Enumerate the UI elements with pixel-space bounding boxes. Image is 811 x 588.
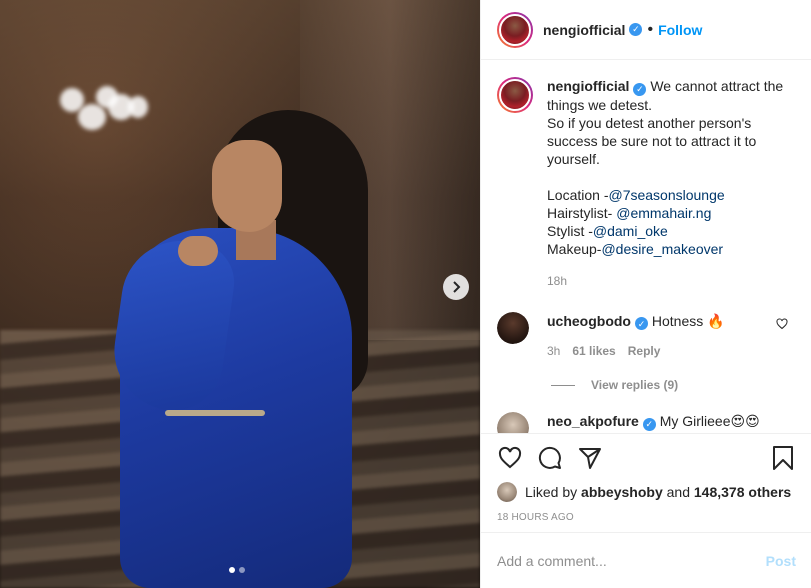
header-user-block: nengiofficial ✓ • Follow: [543, 21, 702, 39]
small-heart-icon[interactable]: [776, 317, 788, 330]
action-icons: [497, 444, 796, 472]
caption-first-line: nengiofficial ✓ We cannot attract the: [547, 77, 792, 96]
credit-line: Hairstylist- @emmahair.ng: [547, 204, 792, 222]
post-side-panel: nengiofficial ✓ • Follow nengiofficial ✓ …: [480, 0, 811, 588]
verified-badge-icon: ✓: [635, 317, 648, 330]
likes-count-link[interactable]: 148,378 others: [694, 484, 791, 500]
commenter-username[interactable]: ucheogbodo: [547, 313, 631, 329]
carousel-dot: [239, 567, 245, 573]
comment-meta: 3h 61 likes Reply: [547, 342, 777, 360]
post-date[interactable]: 18 HOURS AGO: [497, 512, 796, 523]
avatar-image: [499, 79, 531, 111]
commenter-avatar[interactable]: [497, 412, 529, 433]
caption-time[interactable]: 18h: [547, 272, 792, 290]
photo-subject-face: [212, 140, 282, 232]
caption-body: nengiofficial ✓ We cannot attract the thi…: [547, 77, 792, 290]
comment-text: My Girlieee😍😍: [659, 413, 760, 429]
liked-by-prefix: Liked by: [525, 484, 578, 500]
avatar-image: [499, 13, 531, 46]
credit-label: Location -: [547, 186, 609, 203]
caption-text: things we detest.: [547, 96, 653, 113]
credit-line: Location -@7seasonslounge: [547, 186, 792, 204]
view-replies-button[interactable]: View replies (9): [551, 378, 796, 392]
mention-link[interactable]: @emmahair.ng: [616, 205, 711, 221]
comment-input[interactable]: [497, 552, 766, 569]
follow-button[interactable]: Follow: [658, 22, 702, 38]
comment-item: neo_akpofure ✓ My Girlieee😍😍: [497, 412, 796, 433]
comment-likes[interactable]: 61 likes: [572, 342, 615, 360]
credit-label: Stylist -: [547, 222, 593, 239]
comment-text-line: ucheogbodo ✓ Hotness 🔥: [547, 312, 777, 330]
comment-time[interactable]: 3h: [547, 342, 560, 360]
chevron-right-icon: [453, 281, 461, 293]
liker-avatar[interactable]: [497, 482, 517, 502]
comment-body: ucheogbodo ✓ Hotness 🔥 3h 61 likes Reply: [547, 312, 777, 361]
photo-subject-belt: [165, 410, 265, 416]
reply-button[interactable]: Reply: [628, 342, 661, 360]
credit-line: Stylist -@dami_oke: [547, 222, 792, 240]
commenter-avatar[interactable]: [497, 311, 529, 344]
comment-button[interactable]: [537, 445, 563, 471]
follow-separator: •: [647, 20, 654, 38]
save-button[interactable]: [770, 445, 796, 471]
mention-link[interactable]: @desire_makeover: [601, 241, 723, 257]
photo-subject-hand: [178, 236, 218, 266]
commenter-username[interactable]: neo_akpofure: [547, 413, 639, 429]
liked-by-conjunction: and: [666, 484, 690, 500]
avatar-image: [497, 412, 529, 433]
post-actions: Liked by abbeyshoby and 148,378 others 1…: [481, 433, 811, 523]
comment-body: neo_akpofure ✓ My Girlieee😍😍: [547, 412, 777, 433]
caption-text: So if you detest another person's: [547, 114, 752, 131]
post-comment-button[interactable]: Post: [766, 553, 796, 569]
mention-link[interactable]: @dami_oke: [593, 223, 668, 239]
mention-link[interactable]: @7seasonslounge: [608, 187, 724, 203]
avatar-image: [497, 482, 517, 502]
comment-bubble-icon: [538, 446, 561, 469]
credit-line: Makeup-@desire_makeover: [547, 240, 792, 258]
like-button[interactable]: [497, 445, 523, 471]
author-username[interactable]: nengiofficial: [543, 22, 625, 38]
view-replies-label: View replies (9): [591, 378, 679, 392]
caption-text: success be sure not to attract it to: [547, 132, 757, 149]
bookmark-icon: [773, 446, 793, 470]
verified-badge-icon: ✓: [633, 82, 647, 96]
credit-label: Hairstylist-: [547, 204, 617, 221]
carousel-dot-active: [229, 567, 235, 573]
caption: nengiofficial ✓ We cannot attract the thi…: [497, 77, 796, 290]
carousel-indicator: [229, 567, 245, 573]
liked-by-row: Liked by abbeyshoby and 148,378 others: [497, 482, 796, 502]
verified-badge-icon: ✓: [629, 23, 643, 36]
caption-author-avatar[interactable]: [497, 77, 533, 113]
comment-item: ucheogbodo ✓ Hotness 🔥 3h 61 likes Reply: [497, 311, 796, 361]
post-photo[interactable]: [0, 0, 480, 588]
comments-list[interactable]: nengiofficial ✓ We cannot attract the thi…: [481, 61, 811, 433]
credit-label: Makeup-: [547, 240, 602, 257]
post-modal: nengiofficial ✓ • Follow nengiofficial ✓ …: [0, 0, 811, 588]
heart-icon: [498, 446, 522, 469]
avatar-image: [497, 311, 529, 344]
liker-username[interactable]: abbeyshoby: [581, 484, 663, 500]
paper-plane-icon: [579, 448, 601, 469]
verified-badge-icon: ✓: [642, 417, 656, 431]
post-header: nengiofficial ✓ • Follow: [481, 0, 811, 60]
share-button[interactable]: [577, 445, 603, 471]
caption-text: We cannot attract the: [650, 78, 784, 94]
caption-text: yourself.: [547, 150, 600, 167]
view-replies-line: [551, 384, 575, 386]
comment-text-line: neo_akpofure ✓ My Girlieee😍😍: [547, 412, 777, 431]
carousel-next-button[interactable]: [443, 274, 469, 300]
author-avatar[interactable]: [497, 11, 533, 48]
caption-username[interactable]: nengiofficial: [547, 78, 629, 94]
comment-text: Hotness 🔥: [651, 312, 725, 329]
photo-light-bokeh: [78, 104, 106, 130]
photo-light-bokeh: [128, 96, 148, 118]
comment-composer: Post: [481, 532, 811, 588]
